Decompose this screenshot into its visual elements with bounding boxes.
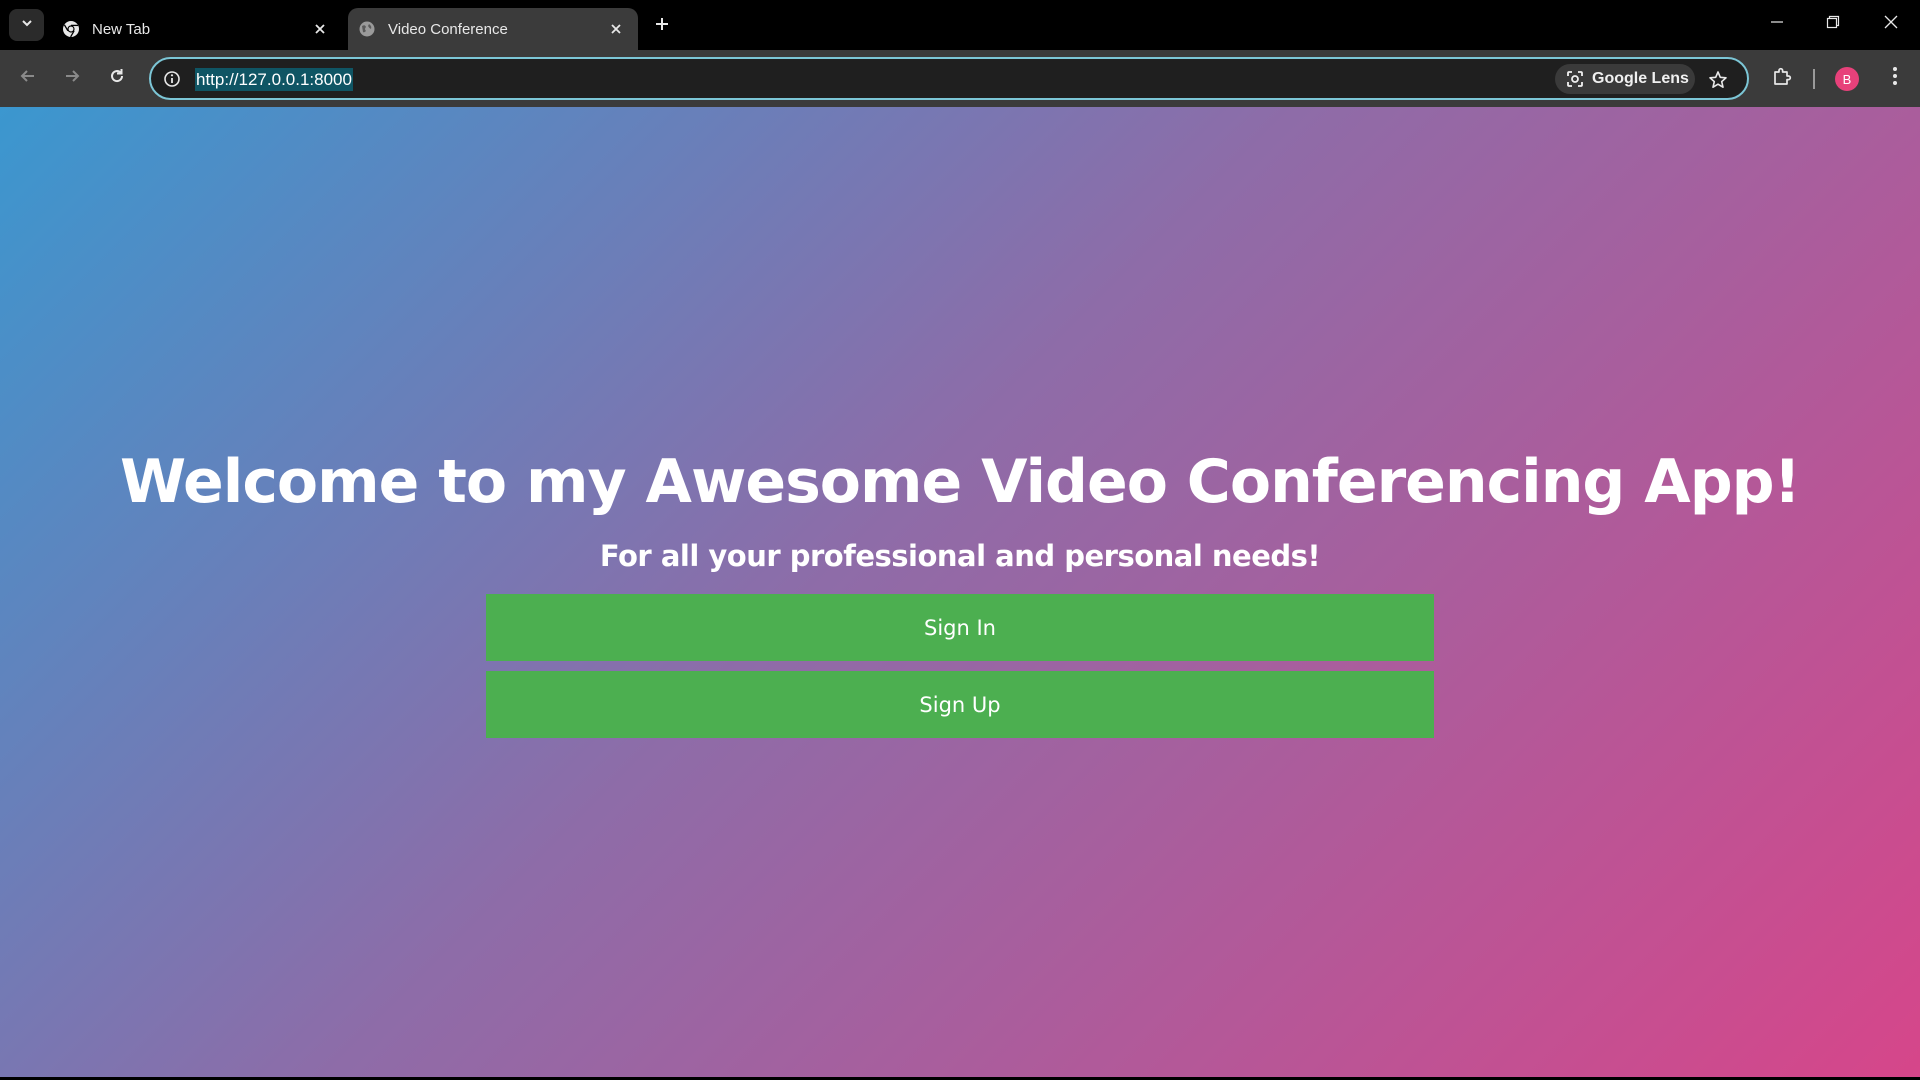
close-window-button[interactable] [1871, 8, 1911, 40]
tab-title: New Tab [92, 20, 151, 38]
browser-toolbar: http://127.0.0.1:8000 Google Lens B [0, 50, 1920, 107]
globe-icon [358, 20, 376, 38]
page-viewport: Welcome to my Awesome Video Conferencing… [0, 107, 1920, 1077]
google-lens-label: Google Lens [1592, 70, 1689, 87]
extensions-button[interactable] [1766, 62, 1798, 94]
url-text[interactable]: http://127.0.0.1:8000 [195, 68, 353, 91]
browser-menu-button[interactable] [1879, 62, 1911, 94]
chrome-icon [62, 20, 80, 38]
back-button[interactable] [12, 62, 44, 94]
tab-video-conference[interactable]: Video Conference [348, 8, 638, 50]
profile-avatar[interactable]: B [1835, 67, 1859, 91]
google-lens-button[interactable]: Google Lens [1555, 64, 1695, 94]
address-bar[interactable]: http://127.0.0.1:8000 Google Lens [149, 57, 1749, 100]
tab-new-tab[interactable]: New Tab [52, 8, 342, 50]
arrow-left-icon [19, 67, 37, 90]
reload-icon [108, 67, 126, 90]
page-subtitle: For all your professional and personal n… [599, 539, 1321, 573]
reload-button[interactable] [101, 62, 133, 94]
minimize-icon [1770, 15, 1784, 34]
minimize-button[interactable] [1757, 8, 1797, 40]
page-title: Welcome to my Awesome Video Conferencing… [120, 447, 1801, 517]
plus-icon [654, 16, 670, 37]
puzzle-icon [1772, 66, 1792, 91]
tab-strip: New Tab Video Conference [0, 0, 1920, 50]
sign-up-button[interactable]: Sign Up [486, 671, 1434, 738]
more-vertical-icon [1892, 66, 1898, 91]
sign-in-button[interactable]: Sign In [486, 594, 1434, 661]
restore-button[interactable] [1813, 8, 1853, 40]
close-tab-icon[interactable] [604, 17, 628, 41]
arrow-right-icon [63, 67, 81, 90]
tab-title: Video Conference [388, 20, 508, 38]
new-tab-button[interactable] [648, 12, 676, 40]
google-lens-icon [1564, 68, 1586, 90]
bookmark-star-icon[interactable] [1705, 67, 1731, 93]
site-info-icon[interactable] [161, 68, 183, 90]
chevron-down-icon [20, 16, 34, 35]
restore-icon [1826, 15, 1840, 34]
close-tab-icon[interactable] [308, 17, 332, 41]
close-icon [1884, 15, 1898, 34]
forward-button[interactable] [56, 62, 88, 94]
toolbar-divider [1813, 69, 1815, 89]
tab-search-button[interactable] [9, 9, 44, 41]
